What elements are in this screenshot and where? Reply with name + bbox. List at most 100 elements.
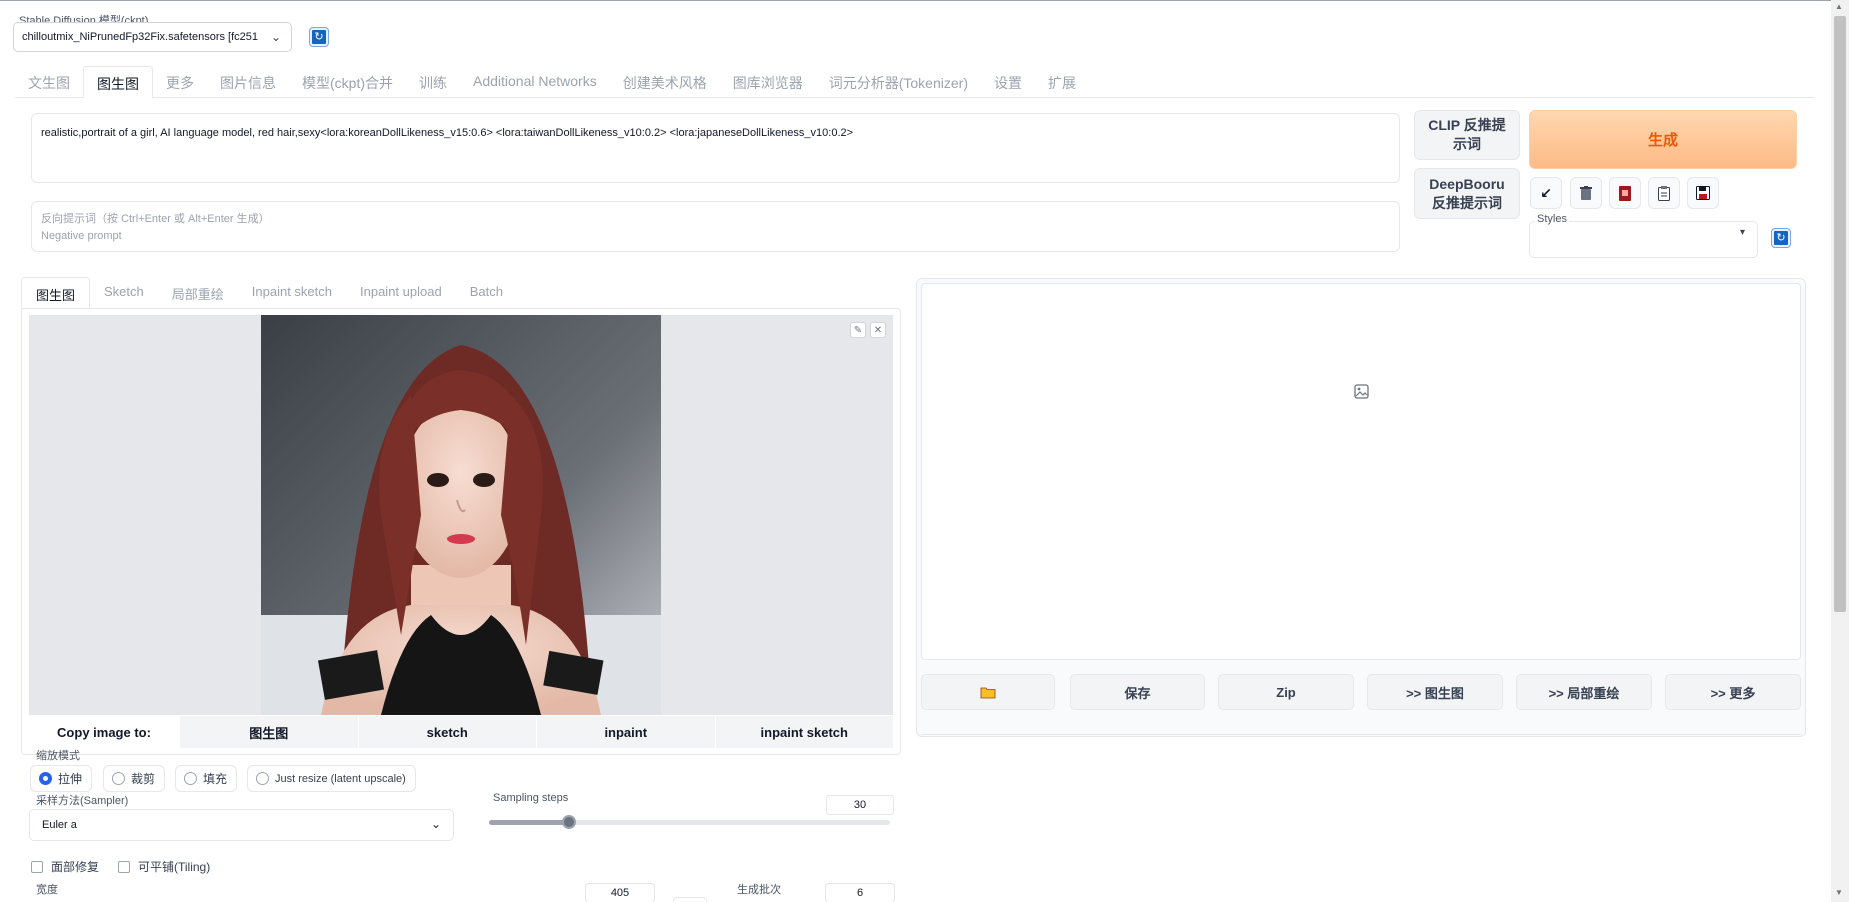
radio-selected (39, 772, 52, 785)
styles-select[interactable]: ▾ (1529, 221, 1758, 258)
swap-dimensions-button[interactable] (673, 897, 707, 902)
edit-image-button[interactable]: ✎ (850, 322, 866, 338)
refresh-icon: ↻ (1776, 231, 1786, 244)
deepbooru-interrogate-button[interactable]: DeepBooru 反推提示词 (1414, 168, 1520, 219)
open-folder-button[interactable] (921, 674, 1055, 710)
sampling-steps-thumb[interactable] (562, 815, 576, 829)
chevron-down-icon: ⌄ (430, 817, 441, 831)
main-tabs: 文生图 图生图 更多 图片信息 模型(ckpt)合并 训练 Additional… (15, 66, 1815, 98)
tab-inpaint[interactable]: 局部重绘 (158, 277, 238, 309)
send-to-extras-button[interactable]: >> 更多 (1665, 674, 1801, 710)
deepbooru-line1: DeepBooru (1429, 175, 1505, 192)
resize-option-latent[interactable]: Just resize (latent upscale) (247, 765, 416, 792)
tab-sketch[interactable]: Sketch (90, 277, 158, 309)
copy-image-label: Copy image to: (57, 724, 151, 740)
resize-option-label: 裁剪 (131, 772, 156, 786)
input-image (261, 315, 661, 715)
folder-icon (980, 687, 996, 698)
scroll-down-icon[interactable]: ▼ (1835, 888, 1843, 897)
extra-networks-button[interactable] (1609, 177, 1641, 209)
tab-img2img-image[interactable]: 图生图 (21, 277, 91, 309)
generate-button[interactable]: 生成 (1529, 110, 1797, 169)
copy-to-inpaint-button[interactable]: inpaint (536, 716, 715, 748)
sampler-select[interactable]: Euler a ⌄ (29, 809, 454, 841)
send-to-img2img-button[interactable]: >> 图生图 (1367, 674, 1503, 710)
tab-extensions[interactable]: 扩展 (1035, 66, 1089, 98)
trash-icon (1580, 185, 1592, 200)
tab-additional-networks[interactable]: Additional Networks (460, 66, 610, 98)
checkbox (31, 860, 43, 873)
negative-prompt-input[interactable]: 反向提示词（按 Ctrl+Enter 或 Alt+Enter 生成） Negat… (31, 201, 1400, 252)
batch-count-input[interactable]: 6 (825, 883, 895, 902)
send-to-inpaint-button[interactable]: >> 局部重绘 (1516, 674, 1652, 710)
tab-png-info[interactable]: 图片信息 (207, 66, 289, 98)
resize-option-label: Just resize (latent upscale) (275, 772, 406, 785)
face-restore-checkbox[interactable]: 面部修复 (31, 858, 99, 875)
face-restore-label: 面部修复 (51, 860, 100, 874)
tiling-checkbox[interactable]: 可平铺(Tiling) (118, 858, 210, 875)
batch-count-label: 生成批次 (737, 884, 781, 896)
sampling-steps-input[interactable]: 30 (826, 795, 894, 815)
resize-option-stretch[interactable]: 拉伸 (30, 765, 93, 792)
save-style-button[interactable] (1687, 177, 1719, 209)
read-params-button[interactable]: ↙ (1530, 177, 1562, 209)
refresh-styles-button[interactable]: ↻ (1772, 229, 1790, 247)
scroll-up-icon[interactable]: ▲ (1835, 2, 1843, 11)
copy-to-inpaint-sketch-button[interactable]: inpaint sketch (714, 716, 893, 748)
tiling-label: 可平铺(Tiling) (138, 860, 211, 874)
tab-inpaint-upload[interactable]: Inpaint upload (346, 277, 456, 309)
tab-tokenizer[interactable]: 词元分析器(Tokenizer) (816, 66, 981, 98)
tab-settings[interactable]: 设置 (981, 66, 1035, 98)
checkbox (118, 860, 130, 873)
width-input[interactable]: 405 (585, 883, 655, 902)
tab-checkpoint-merger[interactable]: 模型(ckpt)合并 (289, 66, 406, 98)
resize-option-label: 填充 (203, 772, 228, 786)
model-select-value: chilloutmix_NiPrunedFp32Fix.safetensors … (22, 31, 259, 43)
sampling-steps-fill (489, 820, 569, 825)
resize-option-fill[interactable]: 填充 (175, 765, 238, 792)
tab-txt2img[interactable]: 文生图 (15, 66, 83, 98)
resize-option-crop[interactable]: 裁剪 (103, 765, 166, 792)
tab-extras[interactable]: 更多 (153, 66, 207, 98)
image-placeholder-icon (1354, 384, 1369, 399)
clip-interrogate-button[interactable]: CLIP 反推提示词 (1414, 110, 1520, 160)
resize-mode-label: 缩放模式 (36, 750, 80, 762)
sampler-label: 采样方法(Sampler) (36, 795, 129, 807)
model-select[interactable]: chilloutmix_NiPrunedFp32Fix.safetensors … (13, 22, 292, 52)
window-top-border (0, 0, 1849, 1)
chevron-down-icon: ⌄ (270, 30, 281, 44)
img2img-tabs: 图生图 Sketch 局部重绘 Inpaint sketch Inpaint u… (21, 277, 901, 309)
zip-button[interactable]: Zip (1218, 674, 1354, 710)
radio-unselected (112, 772, 125, 785)
tab-batch[interactable]: Batch (456, 277, 517, 309)
save-output-button[interactable]: 保存 (1070, 674, 1205, 710)
tab-image-browser[interactable]: 图库浏览器 (720, 66, 816, 98)
prompt-input[interactable]: realistic,portrait of a girl, AI languag… (31, 113, 1400, 183)
apply-style-button[interactable] (1648, 177, 1680, 209)
copy-to-img2img-button[interactable]: 图生图 (179, 716, 358, 748)
floppy-disk-icon (1696, 186, 1710, 200)
red-card-icon (1619, 185, 1631, 201)
tab-inpaint-sketch[interactable]: Inpaint sketch (238, 277, 346, 309)
scrollbar-thumb[interactable] (1834, 16, 1846, 612)
tab-train[interactable]: 训练 (406, 66, 460, 98)
clipboard-icon (1658, 185, 1670, 201)
refresh-icon: ↻ (314, 30, 324, 43)
tab-img2img[interactable]: 图生图 (83, 66, 153, 98)
chevron-down-icon: ▾ (1739, 227, 1745, 238)
tab-create-style[interactable]: 创建美术风格 (610, 66, 720, 98)
close-icon: ✕ (873, 324, 883, 336)
output-divider (921, 734, 1801, 735)
sampler-value: Euler a (42, 819, 77, 831)
width-label: 宽度 (36, 884, 58, 896)
radio-unselected (256, 772, 269, 785)
portrait-photo (261, 315, 661, 715)
styles-label: Styles (1535, 213, 1569, 225)
deepbooru-line2: 反推提示词 (1432, 194, 1502, 211)
refresh-model-button[interactable]: ↻ (310, 28, 328, 46)
clear-image-button[interactable]: ✕ (870, 322, 886, 338)
clear-prompt-button[interactable] (1570, 177, 1602, 209)
copy-to-sketch-button[interactable]: sketch (357, 716, 536, 748)
sampling-steps-label: Sampling steps (493, 792, 569, 804)
pencil-icon: ✎ (853, 324, 863, 336)
